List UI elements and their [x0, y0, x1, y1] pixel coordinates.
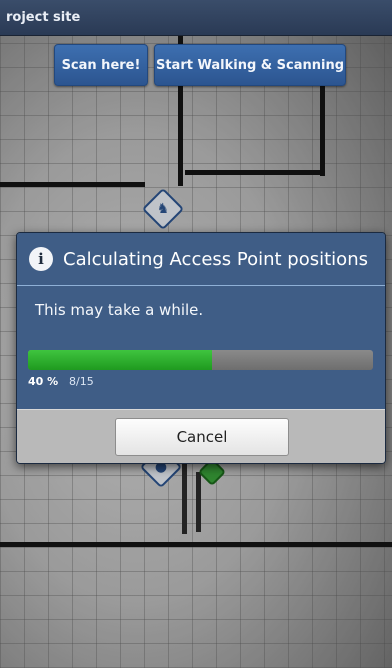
scan-here-button[interactable]: Scan here!	[54, 44, 148, 86]
start-walking-scanning-button[interactable]: Start Walking & Scanning	[154, 44, 346, 86]
app-title-bar: roject site	[0, 0, 392, 36]
progress-percent: 40 %	[28, 375, 59, 388]
start-walking-label: Start Walking & Scanning	[155, 57, 345, 73]
dialog-message: This may take a while.	[35, 301, 204, 319]
progress-dialog: i Calculating Access Point positions Thi…	[16, 232, 386, 464]
dialog-footer: Cancel	[17, 409, 385, 463]
progress-fill	[28, 350, 212, 370]
dialog-body: i Calculating Access Point positions Thi…	[17, 233, 385, 409]
dialog-title: Calculating Access Point positions	[63, 248, 368, 270]
cancel-label: Cancel	[176, 428, 228, 446]
progress-ratio: 8/15	[69, 375, 94, 388]
cancel-button[interactable]: Cancel	[115, 418, 289, 456]
info-icon: i	[29, 247, 53, 271]
app-title: roject site	[6, 10, 81, 25]
dialog-header: i Calculating Access Point positions	[17, 233, 385, 286]
progress-bar	[28, 350, 373, 370]
scan-here-label: Scan here!	[61, 57, 141, 73]
